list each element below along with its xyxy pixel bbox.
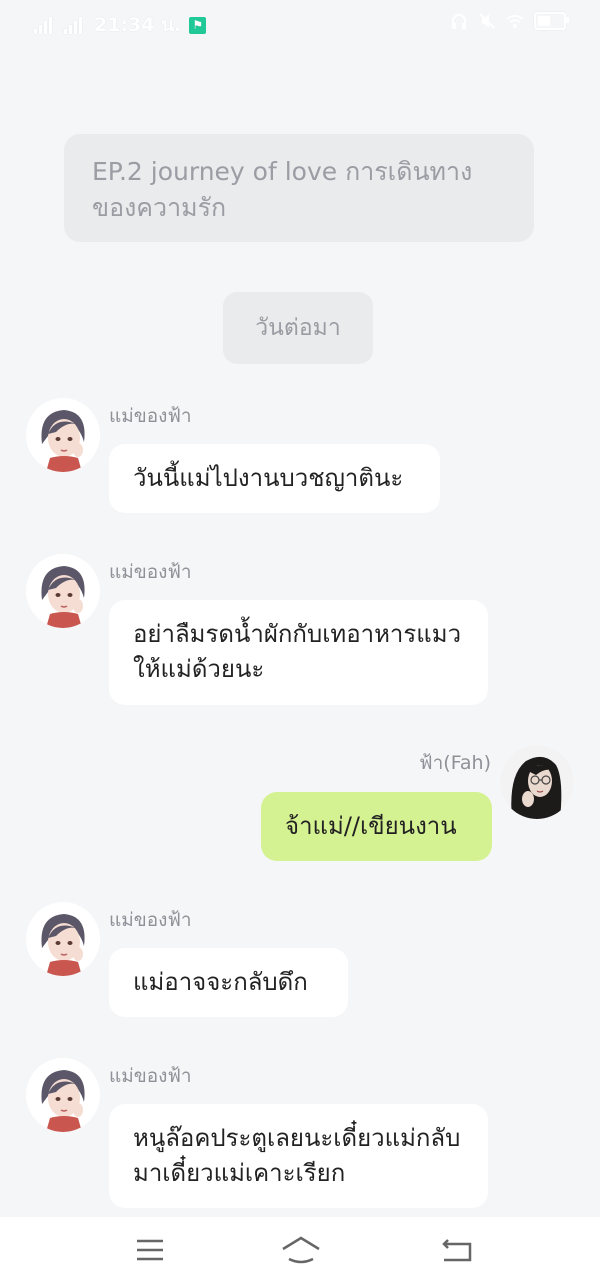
status-bar: 21:34 น. ⚑ — [0, 0, 600, 46]
avatar-mother[interactable] — [26, 1058, 100, 1132]
mute-icon — [479, 13, 495, 29]
episode-notice: EP.2 journey of love การเดินทางของความรั… — [64, 134, 534, 242]
avatar-mother[interactable] — [26, 398, 100, 472]
sender-name: แม่ของฟ้า — [109, 909, 192, 931]
message-bubble[interactable]: วันนี้แม่ไปงานบวชญาตินะ — [109, 444, 440, 513]
wifi-icon — [506, 15, 524, 28]
menu-icon[interactable] — [132, 1235, 168, 1265]
signal-icon — [34, 16, 56, 34]
message-bubble-own[interactable]: จ้าแม่//เขียนงาน — [261, 792, 492, 861]
back-icon[interactable] — [438, 1235, 474, 1265]
sender-name: แม่ของฟ้า — [109, 1065, 192, 1087]
message-bubble[interactable]: อย่าลืมรดน้ำผักกับเทอาหารแมวให้แม่ด้วยนะ — [109, 600, 488, 705]
headphones-icon — [452, 14, 466, 29]
signal-icon — [64, 16, 86, 34]
avatar-mother[interactable] — [26, 554, 100, 628]
bottom-nav — [0, 1217, 600, 1287]
avatar-fah[interactable] — [500, 745, 574, 819]
date-separator: วันต่อมา — [223, 292, 373, 364]
status-left: 21:34 น. ⚑ — [34, 10, 207, 40]
battery-icon — [534, 12, 569, 30]
message-bubble[interactable]: หนูล๊อคประตูเลยนะเดี๋ยวแม่กลับมาเดี๋ยวแม… — [109, 1104, 488, 1208]
home-icon[interactable] — [280, 1235, 322, 1265]
status-time: 21:34 น. — [94, 14, 182, 36]
message-bubble[interactable]: แม่อาจจะกลับดึก — [109, 948, 348, 1017]
avatar-mother[interactable] — [26, 902, 100, 976]
sender-name: ฟ้า(Fah) — [419, 752, 491, 774]
status-right — [450, 12, 569, 30]
sender-name: แม่ของฟ้า — [109, 405, 192, 427]
activity-icon: ⚑ — [189, 16, 207, 34]
sender-name: แม่ของฟ้า — [109, 561, 192, 583]
